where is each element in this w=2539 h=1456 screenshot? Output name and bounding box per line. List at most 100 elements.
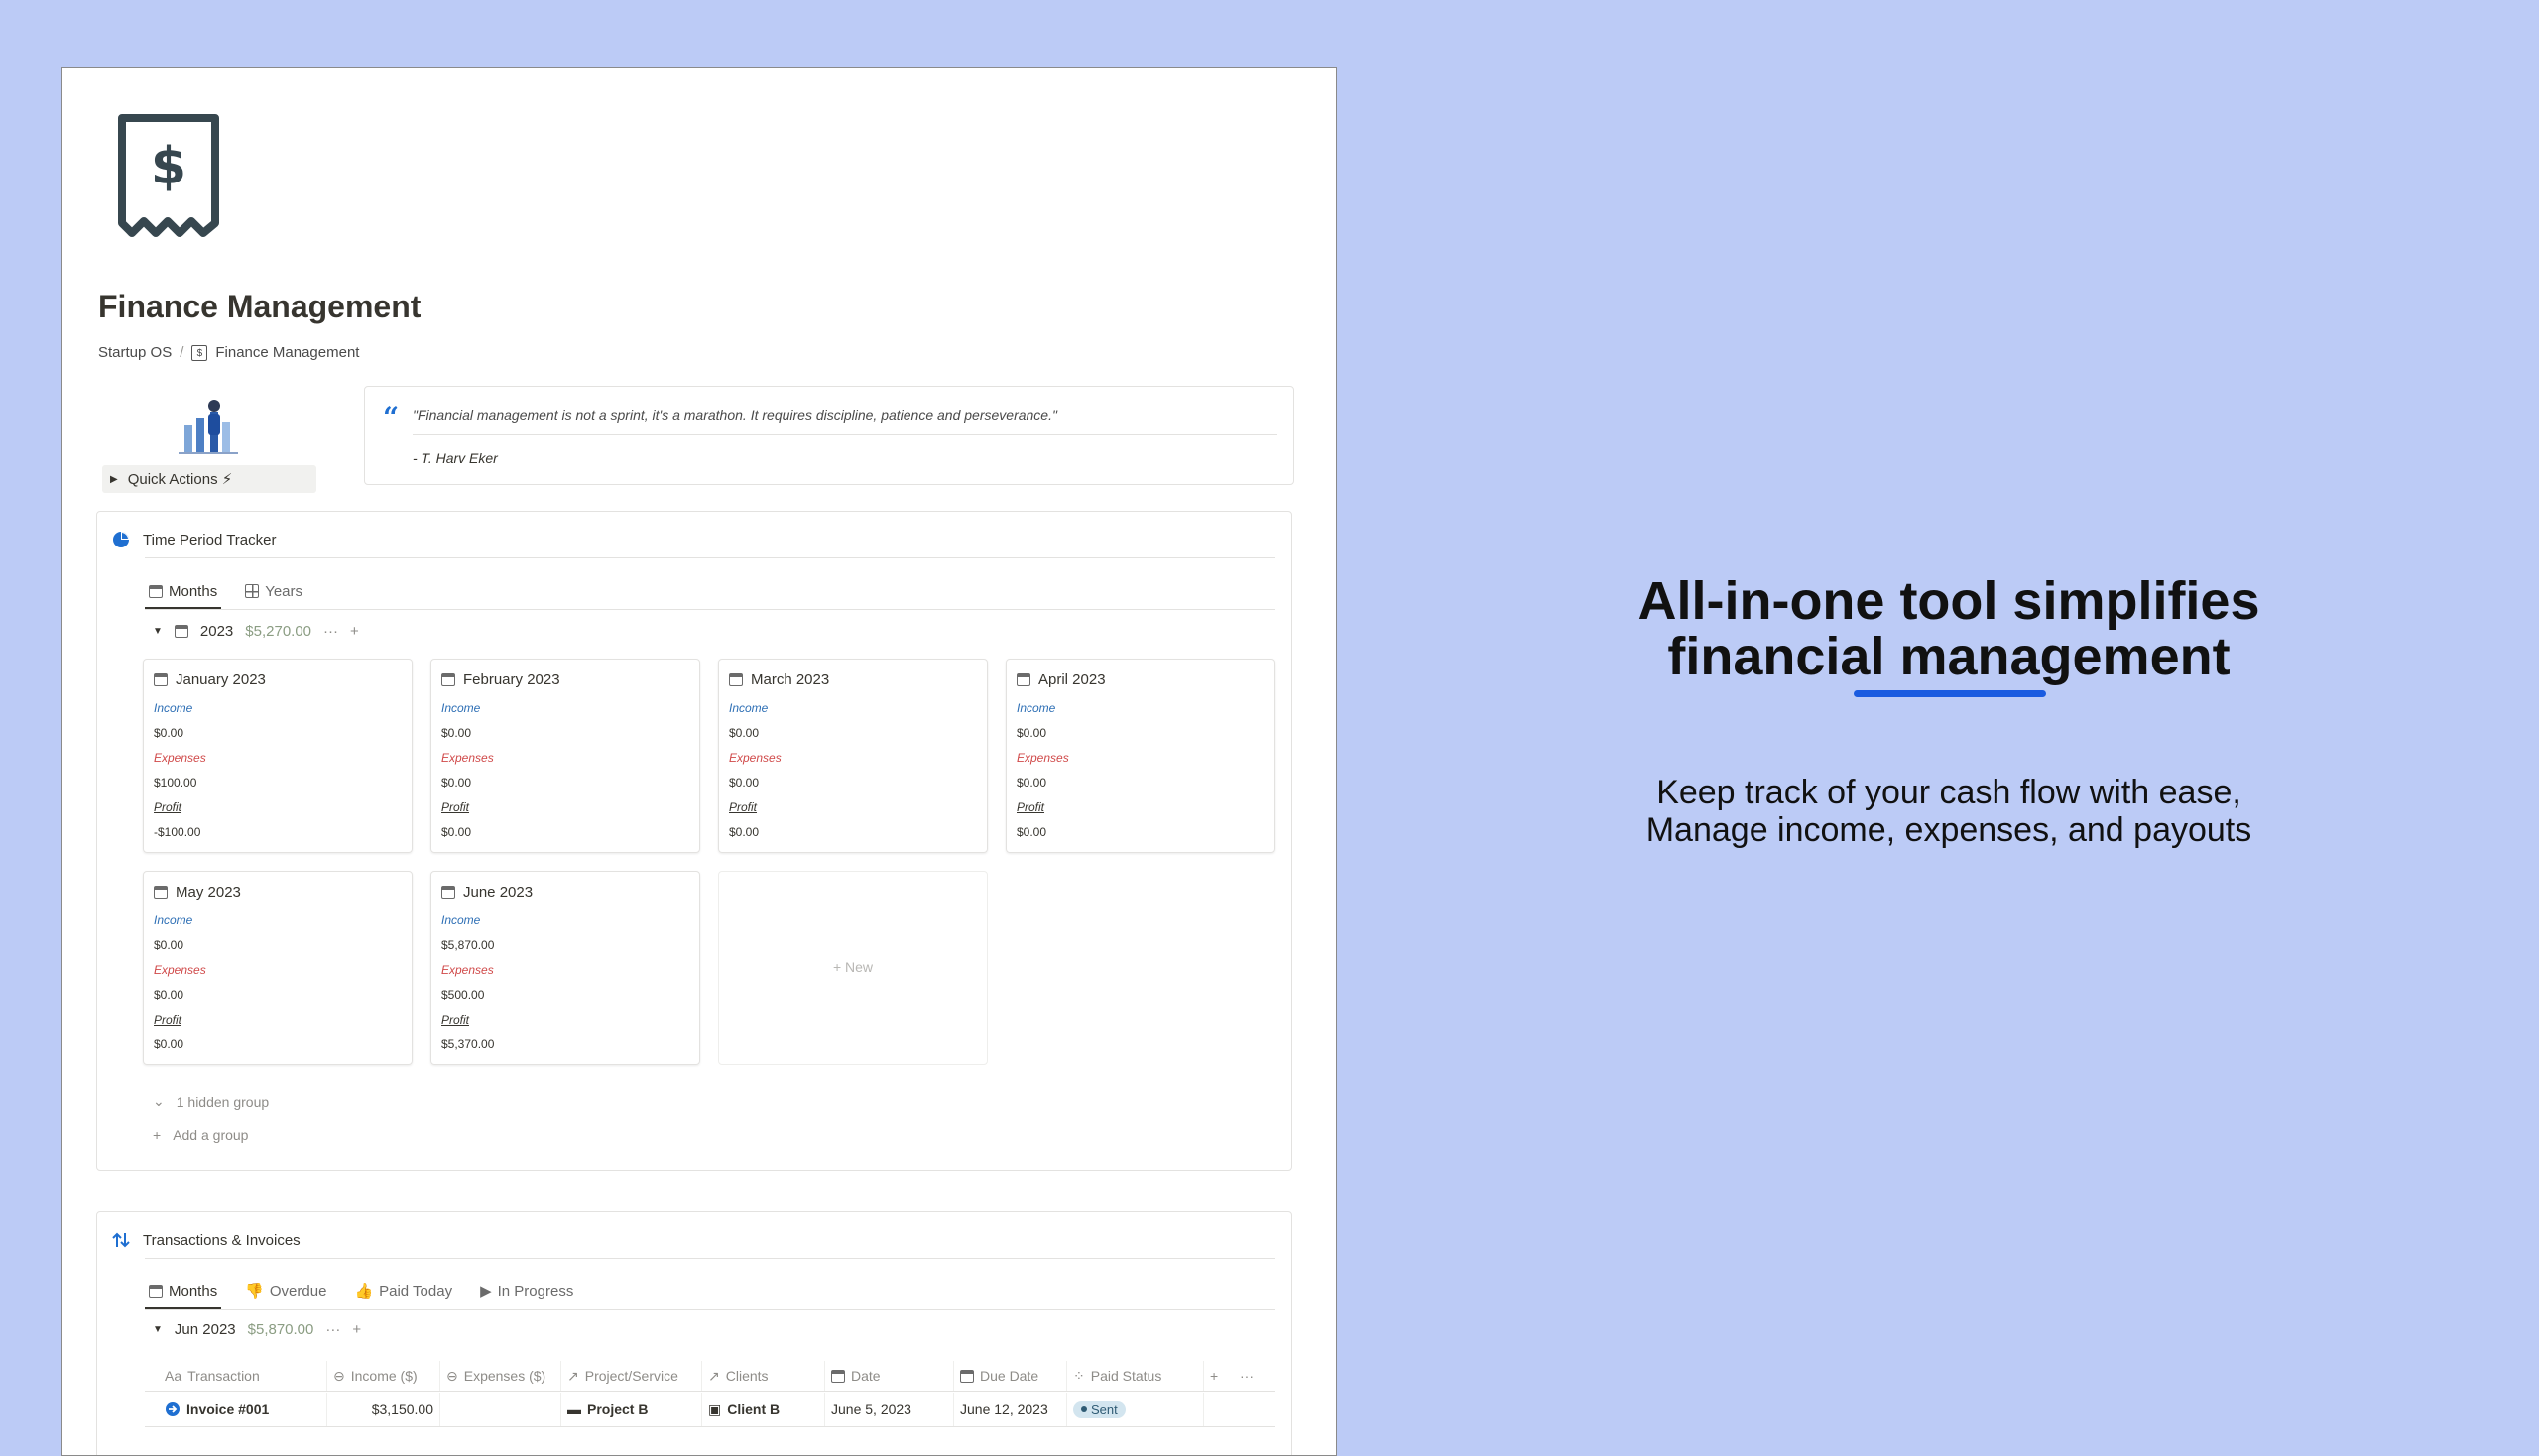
- tracker-header: Time Period Tracker: [111, 530, 276, 549]
- column-transaction[interactable]: Aa Transaction: [145, 1361, 327, 1391]
- triangle-down-icon[interactable]: ▼: [153, 1324, 163, 1335]
- folder-icon: ▬: [567, 1401, 581, 1417]
- group-label: 2023: [199, 623, 234, 640]
- relation-icon: ↗: [708, 1367, 720, 1384]
- profit-value: $0.00: [154, 1037, 184, 1051]
- breadcrumb: Startup OS / $ Finance Management: [98, 344, 359, 361]
- cell-date[interactable]: June 5, 2023: [825, 1393, 954, 1426]
- column-label: Transaction: [187, 1368, 260, 1384]
- tab-label: Overdue: [269, 1282, 327, 1300]
- income-label: Income: [729, 701, 769, 715]
- income-label: Income: [1017, 701, 1056, 715]
- add-column-button[interactable]: +: [1204, 1361, 1234, 1391]
- notion-page: $ Finance Management Startup OS / $ Fina…: [61, 67, 1337, 1456]
- tab-in-progress[interactable]: ▶ In Progress: [476, 1275, 577, 1307]
- breadcrumb-item-finance[interactable]: Finance Management: [215, 344, 359, 361]
- status-dot: [1081, 1406, 1087, 1412]
- tab-months[interactable]: Months: [145, 575, 222, 609]
- income-value: $5,870.00: [441, 938, 495, 952]
- month-card[interactable]: May 2023 Income $0.00 Expenses $0.00 Pro…: [143, 871, 413, 1065]
- expenses-label: Expenses: [154, 963, 206, 977]
- briefcase-icon: ▣: [708, 1400, 722, 1417]
- profit-value: $5,370.00: [441, 1037, 495, 1051]
- cell-paid-status[interactable]: Sent: [1067, 1393, 1204, 1426]
- tab-overdue[interactable]: 👎 Overdue: [241, 1275, 330, 1307]
- add-group-button[interactable]: + Add a group: [153, 1127, 248, 1143]
- column-clients[interactable]: ↗ Clients: [702, 1361, 825, 1391]
- profit-label: Profit: [441, 1013, 470, 1027]
- more-icon[interactable]: ···: [325, 1321, 340, 1338]
- card-title: January 2023: [154, 671, 266, 688]
- month-card[interactable]: January 2023 Income $0.00 Expenses $100.…: [143, 659, 413, 853]
- column-paid-status[interactable]: ⁘ Paid Status: [1067, 1361, 1204, 1391]
- expenses-value: $0.00: [441, 776, 472, 789]
- card-title-text: May 2023: [176, 884, 241, 901]
- cell-transaction[interactable]: Invoice #001: [145, 1393, 327, 1426]
- month-card[interactable]: April 2023 Income $0.00 Expenses $0.00 P…: [1006, 659, 1275, 853]
- month-card[interactable]: March 2023 Income $0.00 Expenses $0.00 P…: [718, 659, 988, 853]
- income-label: Income: [441, 701, 481, 715]
- breadcrumb-item-startup-os[interactable]: Startup OS: [98, 344, 172, 361]
- receipt-dollar-icon[interactable]: $: [114, 112, 223, 242]
- calendar-icon: [154, 886, 168, 899]
- subtext-line-1: Keep track of your cash flow with ease,: [1656, 774, 2241, 811]
- group-header-2023[interactable]: ▼ 2023 $5,270.00 ··· +: [153, 623, 359, 640]
- tab-years[interactable]: Years: [241, 575, 306, 607]
- income-value: $0.00: [729, 726, 760, 740]
- transactions-invoices: Transactions & Invoices Months 👎 Overdue…: [96, 1211, 1292, 1455]
- hidden-group-toggle[interactable]: ⌄ 1 hidden group: [153, 1093, 269, 1110]
- month-card[interactable]: June 2023 Income $5,870.00 Expenses $500…: [430, 871, 700, 1065]
- card-title: February 2023: [441, 671, 560, 688]
- expenses-label: Expenses: [154, 751, 206, 765]
- quote-callout: “ "Financial management is not a sprint,…: [364, 386, 1294, 485]
- triangle-down-icon[interactable]: ▼: [153, 626, 163, 637]
- card-title: April 2023: [1017, 671, 1106, 688]
- card-title-text: January 2023: [176, 671, 266, 688]
- card-title-text: April 2023: [1038, 671, 1106, 688]
- new-card-button[interactable]: + New: [718, 871, 988, 1065]
- status-icon: ⁘: [1073, 1367, 1085, 1384]
- plus-icon[interactable]: +: [350, 623, 359, 640]
- tracker-title: Time Period Tracker: [143, 531, 277, 548]
- column-expenses[interactable]: ⊖ Expenses ($): [440, 1361, 561, 1391]
- tab-paid-today[interactable]: 👍 Paid Today: [350, 1275, 456, 1307]
- status-badge: Sent: [1073, 1400, 1126, 1418]
- profit-value: $0.00: [729, 825, 760, 839]
- gallery-icon: [245, 584, 260, 598]
- headline-underline: [1854, 690, 2046, 697]
- more-icon[interactable]: ···: [323, 623, 338, 640]
- expenses-label: Expenses: [1017, 751, 1069, 765]
- profit-label: Profit: [729, 800, 758, 814]
- calendar-icon: [1017, 673, 1030, 686]
- income-value: $0.00: [154, 938, 184, 952]
- table-row[interactable]: Invoice #001 $3,150.00 ▬ Project B ▣ Cli…: [145, 1393, 1275, 1427]
- breadcrumb-separator: /: [180, 344, 184, 361]
- column-date[interactable]: Date: [825, 1361, 954, 1391]
- group-header-jun-2023[interactable]: ▼ Jun 2023 $5,870.00 ··· +: [153, 1321, 361, 1338]
- cell-project[interactable]: ▬ Project B: [561, 1393, 702, 1426]
- plus-icon[interactable]: +: [352, 1321, 361, 1338]
- cell-income[interactable]: $3,150.00: [327, 1393, 440, 1426]
- profit-label: Profit: [1017, 800, 1045, 814]
- column-options-button[interactable]: ···: [1234, 1361, 1264, 1391]
- tracker-tabs: Months Years: [145, 575, 1275, 610]
- income-value: $0.00: [154, 726, 184, 740]
- cell-expenses[interactable]: [440, 1393, 561, 1426]
- relation-icon: ↗: [567, 1367, 579, 1384]
- quick-actions-toggle[interactable]: ▶ Quick Actions ⚡: [102, 465, 316, 493]
- column-label: Income ($): [350, 1368, 418, 1384]
- profit-value: -$100.00: [154, 825, 201, 839]
- month-card[interactable]: February 2023 Income $0.00 Expenses $0.0…: [430, 659, 700, 853]
- tab-months[interactable]: Months: [145, 1275, 222, 1309]
- chevron-down-icon: ⌄: [153, 1093, 165, 1109]
- cell-due-date[interactable]: June 12, 2023: [954, 1393, 1067, 1426]
- column-due-date[interactable]: Due Date: [954, 1361, 1067, 1391]
- card-title: May 2023: [154, 884, 241, 901]
- income-label: Income: [154, 701, 193, 715]
- column-project[interactable]: ↗ Project/Service: [561, 1361, 702, 1391]
- column-income[interactable]: ⊖ Income ($): [327, 1361, 440, 1391]
- cell-client[interactable]: ▣ Client B: [702, 1393, 825, 1426]
- card-title-text: February 2023: [463, 671, 560, 688]
- arrow-circle-icon: [166, 1402, 180, 1416]
- thumbs-up-icon: 👍: [354, 1283, 374, 1300]
